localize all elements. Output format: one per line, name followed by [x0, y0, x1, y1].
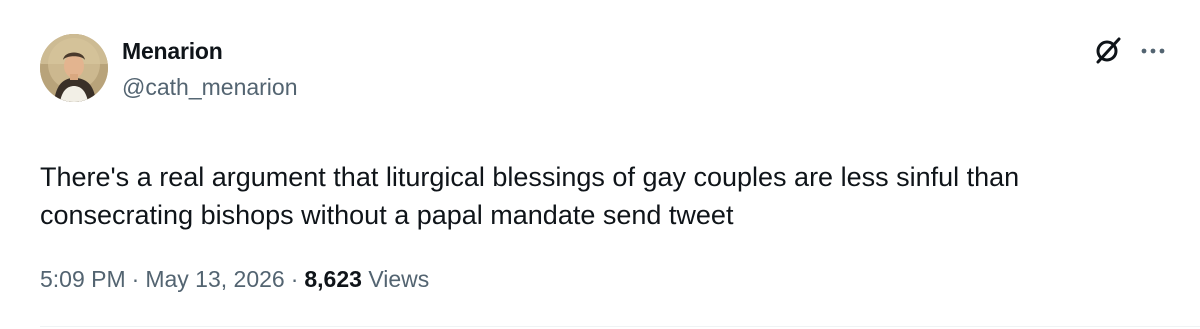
views-count[interactable]: 8,623	[304, 266, 362, 292]
author-display-name[interactable]: Menarion	[122, 38, 223, 65]
meta-separator: ·	[131, 266, 140, 292]
tweet-time[interactable]: 5:09 PM	[40, 266, 126, 292]
tweet-card: Menarion @cath_menarion There's a real a…	[0, 0, 1200, 329]
meta-separator: ·	[290, 266, 299, 292]
divider	[40, 326, 1200, 327]
views-label[interactable]: Views	[368, 266, 429, 292]
avatar-portrait-image	[40, 34, 108, 102]
grok-icon[interactable]	[1090, 34, 1124, 68]
tweet-text: There's a real argument that liturgical …	[40, 162, 1020, 230]
author-handle[interactable]: @cath_menarion	[122, 74, 298, 101]
tweet-metadata: 5:09 PM · May 13, 2026 · 8,623 Views	[40, 266, 429, 293]
avatar[interactable]	[40, 34, 108, 102]
more-options-icon[interactable]	[1138, 40, 1168, 62]
tweet-date[interactable]: May 13, 2026	[145, 266, 284, 292]
